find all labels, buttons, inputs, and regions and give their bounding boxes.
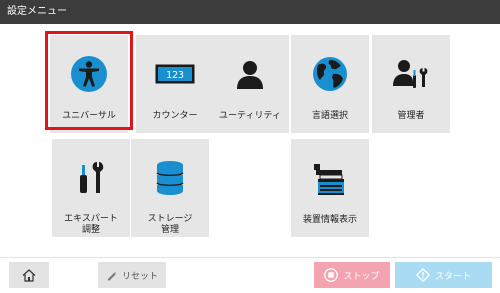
- copier-icon: [291, 155, 369, 201]
- tile-universal[interactable]: ユニバーサル: [50, 35, 128, 133]
- tile-admin-label: 管理者: [397, 111, 425, 121]
- home-icon: [22, 268, 36, 282]
- start-label: スタート: [434, 271, 471, 282]
- tile-device-info-label: 装置情報表示: [302, 215, 357, 225]
- eraser-icon: [106, 270, 117, 281]
- window-title: 設定メニュー: [0, 0, 500, 24]
- stop-icon: [324, 268, 339, 282]
- stop-button[interactable]: ストップ: [314, 262, 390, 288]
- admin-tools-icon: [372, 51, 450, 97]
- tile-counter[interactable]: 123 カウンター: [136, 35, 214, 133]
- tile-universal-label: ユニバーサル: [62, 111, 116, 121]
- user-icon: [211, 51, 289, 97]
- start-button[interactable]: スタート: [395, 262, 492, 288]
- database-icon: [131, 155, 209, 201]
- accessibility-icon: [50, 51, 128, 97]
- tile-expert[interactable]: エキスパート 調整: [52, 139, 130, 237]
- stop-label: ストップ: [343, 271, 380, 282]
- tile-counter-label: カウンター: [152, 111, 198, 121]
- tile-utility-label: ユーティリティ: [219, 111, 281, 121]
- tools-icon: [52, 155, 130, 201]
- counter-digits: 123: [166, 70, 184, 81]
- tile-language-label: 言語選択: [311, 111, 348, 121]
- tile-storage-label-line2: 管理: [160, 225, 179, 235]
- home-button[interactable]: [9, 262, 49, 288]
- tile-storage-label-line1: ストレージ: [147, 214, 193, 224]
- tile-language[interactable]: 言語選択: [291, 35, 369, 133]
- reset-label: リセット: [121, 271, 158, 282]
- globe-icon: [291, 51, 369, 97]
- tile-device-info[interactable]: 装置情報表示: [291, 139, 369, 237]
- start-icon: [415, 268, 430, 282]
- tile-utility[interactable]: ユーティリティ: [211, 35, 289, 133]
- bottom-divider: [0, 257, 500, 258]
- tile-expert-label-line2: 調整: [81, 225, 100, 235]
- tile-expert-label-line1: エキスパート: [64, 214, 118, 224]
- counter-icon: 123: [136, 51, 214, 97]
- reset-button[interactable]: リセット: [98, 262, 166, 288]
- tile-storage[interactable]: ストレージ 管理: [131, 139, 209, 237]
- tile-admin[interactable]: 管理者: [372, 35, 450, 133]
